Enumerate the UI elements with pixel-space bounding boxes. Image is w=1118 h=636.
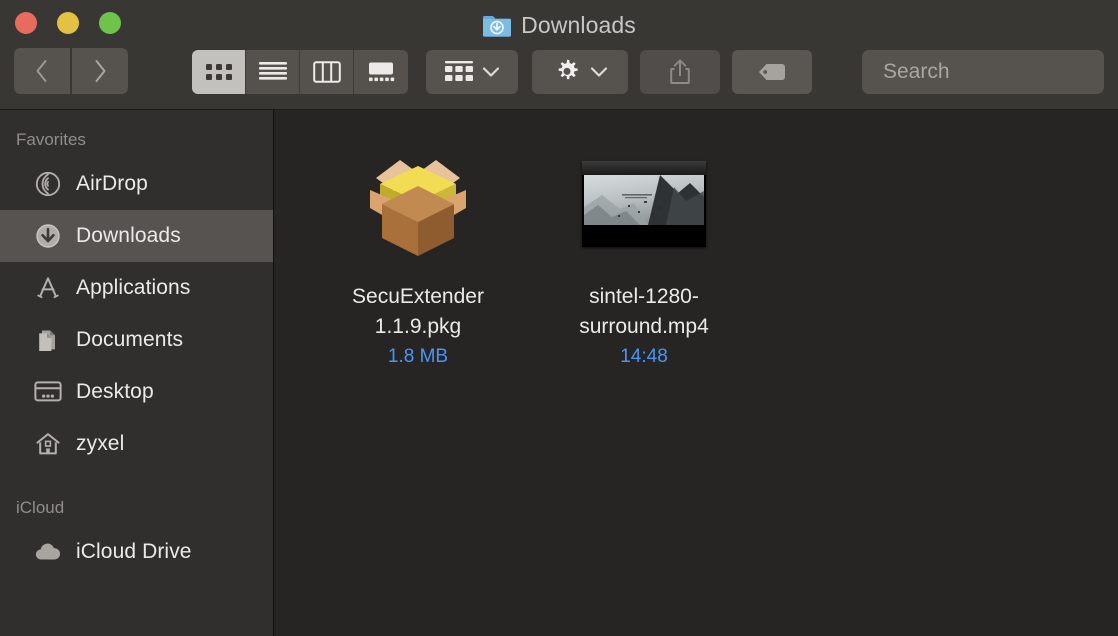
file-name: SecuExtender 1.1.9.pkg bbox=[352, 285, 484, 338]
sidebar-item-label: AirDrop bbox=[76, 172, 148, 195]
tags-button[interactable] bbox=[732, 50, 812, 94]
sidebar-item-applications[interactable]: Applications bbox=[0, 262, 273, 314]
sidebar-item-desktop[interactable]: Desktop bbox=[0, 366, 273, 418]
maximize-button[interactable] bbox=[99, 12, 121, 34]
sidebar-item-icloud-drive[interactable]: iCloud Drive bbox=[0, 526, 273, 578]
file-thumbnail bbox=[352, 146, 484, 262]
close-button[interactable] bbox=[15, 12, 37, 34]
file-item[interactable]: SecuExtender 1.1.9.pkg 1.8 MB bbox=[305, 142, 531, 371]
share-icon bbox=[670, 59, 690, 84]
share-button[interactable] bbox=[640, 50, 720, 94]
sidebar-item-zyxel[interactable]: zyxel bbox=[0, 418, 273, 470]
gear-icon bbox=[558, 59, 578, 80]
applications-icon bbox=[34, 274, 62, 302]
grid-icon bbox=[205, 64, 232, 80]
list-lines-icon bbox=[258, 62, 287, 80]
file-name: sintel-1280-surround.mp4 bbox=[579, 285, 709, 338]
sidebar-item-label: zyxel bbox=[76, 432, 125, 455]
minimize-button[interactable] bbox=[57, 12, 79, 34]
sidebar-item-label: Desktop bbox=[76, 380, 154, 403]
group-grid-icon bbox=[445, 61, 473, 81]
file-item[interactable]: sintel-1280-surround.mp4 14:48 bbox=[531, 142, 757, 371]
sidebar-section-icloud-label: iCloud bbox=[16, 498, 65, 517]
sidebar-item-airdrop[interactable]: AirDrop bbox=[0, 158, 273, 210]
chevron-down-icon bbox=[482, 67, 500, 77]
file-meta: 14:48 bbox=[620, 346, 668, 367]
sidebar-item-label: iCloud Drive bbox=[76, 540, 192, 563]
chevron-right-icon bbox=[95, 60, 106, 82]
sidebar-item-label: Applications bbox=[76, 276, 191, 299]
column-view-button[interactable] bbox=[300, 50, 354, 94]
toolbar: Downloads bbox=[0, 0, 1118, 110]
columns-icon bbox=[312, 61, 341, 83]
package-box-icon bbox=[370, 160, 466, 256]
sidebar-item-label: Downloads bbox=[76, 224, 181, 247]
sidebar-item-label: Documents bbox=[76, 328, 184, 351]
file-meta: 1.8 MB bbox=[387, 346, 449, 367]
gallery-view-button[interactable] bbox=[354, 50, 408, 94]
documents-icon bbox=[34, 326, 62, 354]
home-icon bbox=[34, 430, 62, 458]
file-grid[interactable]: SecuExtender 1.1.9.pkg 1.8 MB sintel-128… bbox=[275, 110, 1118, 636]
icon-view-button[interactable] bbox=[192, 50, 246, 94]
downloads-folder-icon bbox=[483, 15, 512, 37]
arrange-by-button[interactable] bbox=[426, 50, 518, 94]
action-menu-button[interactable] bbox=[532, 50, 628, 94]
sidebar-item-downloads[interactable]: Downloads bbox=[0, 210, 273, 262]
list-view-button[interactable] bbox=[246, 50, 300, 94]
file-thumbnail bbox=[582, 146, 706, 262]
sidebar-section-favorites-label: Favorites bbox=[16, 130, 86, 149]
search-input[interactable] bbox=[883, 60, 1118, 84]
toolbar-controls bbox=[0, 48, 1118, 96]
search-field[interactable] bbox=[862, 50, 1118, 94]
download-arrow-icon bbox=[34, 222, 62, 250]
traffic-lights bbox=[15, 12, 121, 34]
video-thumbnail bbox=[582, 161, 706, 247]
window-title-bar: Downloads bbox=[0, 6, 1118, 44]
sidebar[interactable]: Favorites AirDrop Downloads Applications… bbox=[0, 110, 274, 636]
navigation-segmented-control bbox=[14, 48, 128, 94]
cloud-icon bbox=[34, 538, 62, 566]
finder-window: Downloads Search Favorites AirDrop Downl… bbox=[0, 0, 1118, 636]
tag-icon bbox=[759, 64, 785, 80]
sidebar-item-documents[interactable]: Documents bbox=[0, 314, 273, 366]
chevron-left-icon bbox=[36, 60, 47, 82]
back-button[interactable] bbox=[14, 48, 70, 94]
chevron-down-icon bbox=[590, 67, 607, 77]
airdrop-icon bbox=[34, 170, 62, 198]
page-title: Downloads bbox=[521, 11, 636, 38]
forward-button[interactable] bbox=[72, 48, 128, 94]
gallery-icon bbox=[369, 62, 395, 82]
view-mode-segmented-control bbox=[192, 50, 408, 94]
desktop-icon bbox=[34, 378, 62, 406]
